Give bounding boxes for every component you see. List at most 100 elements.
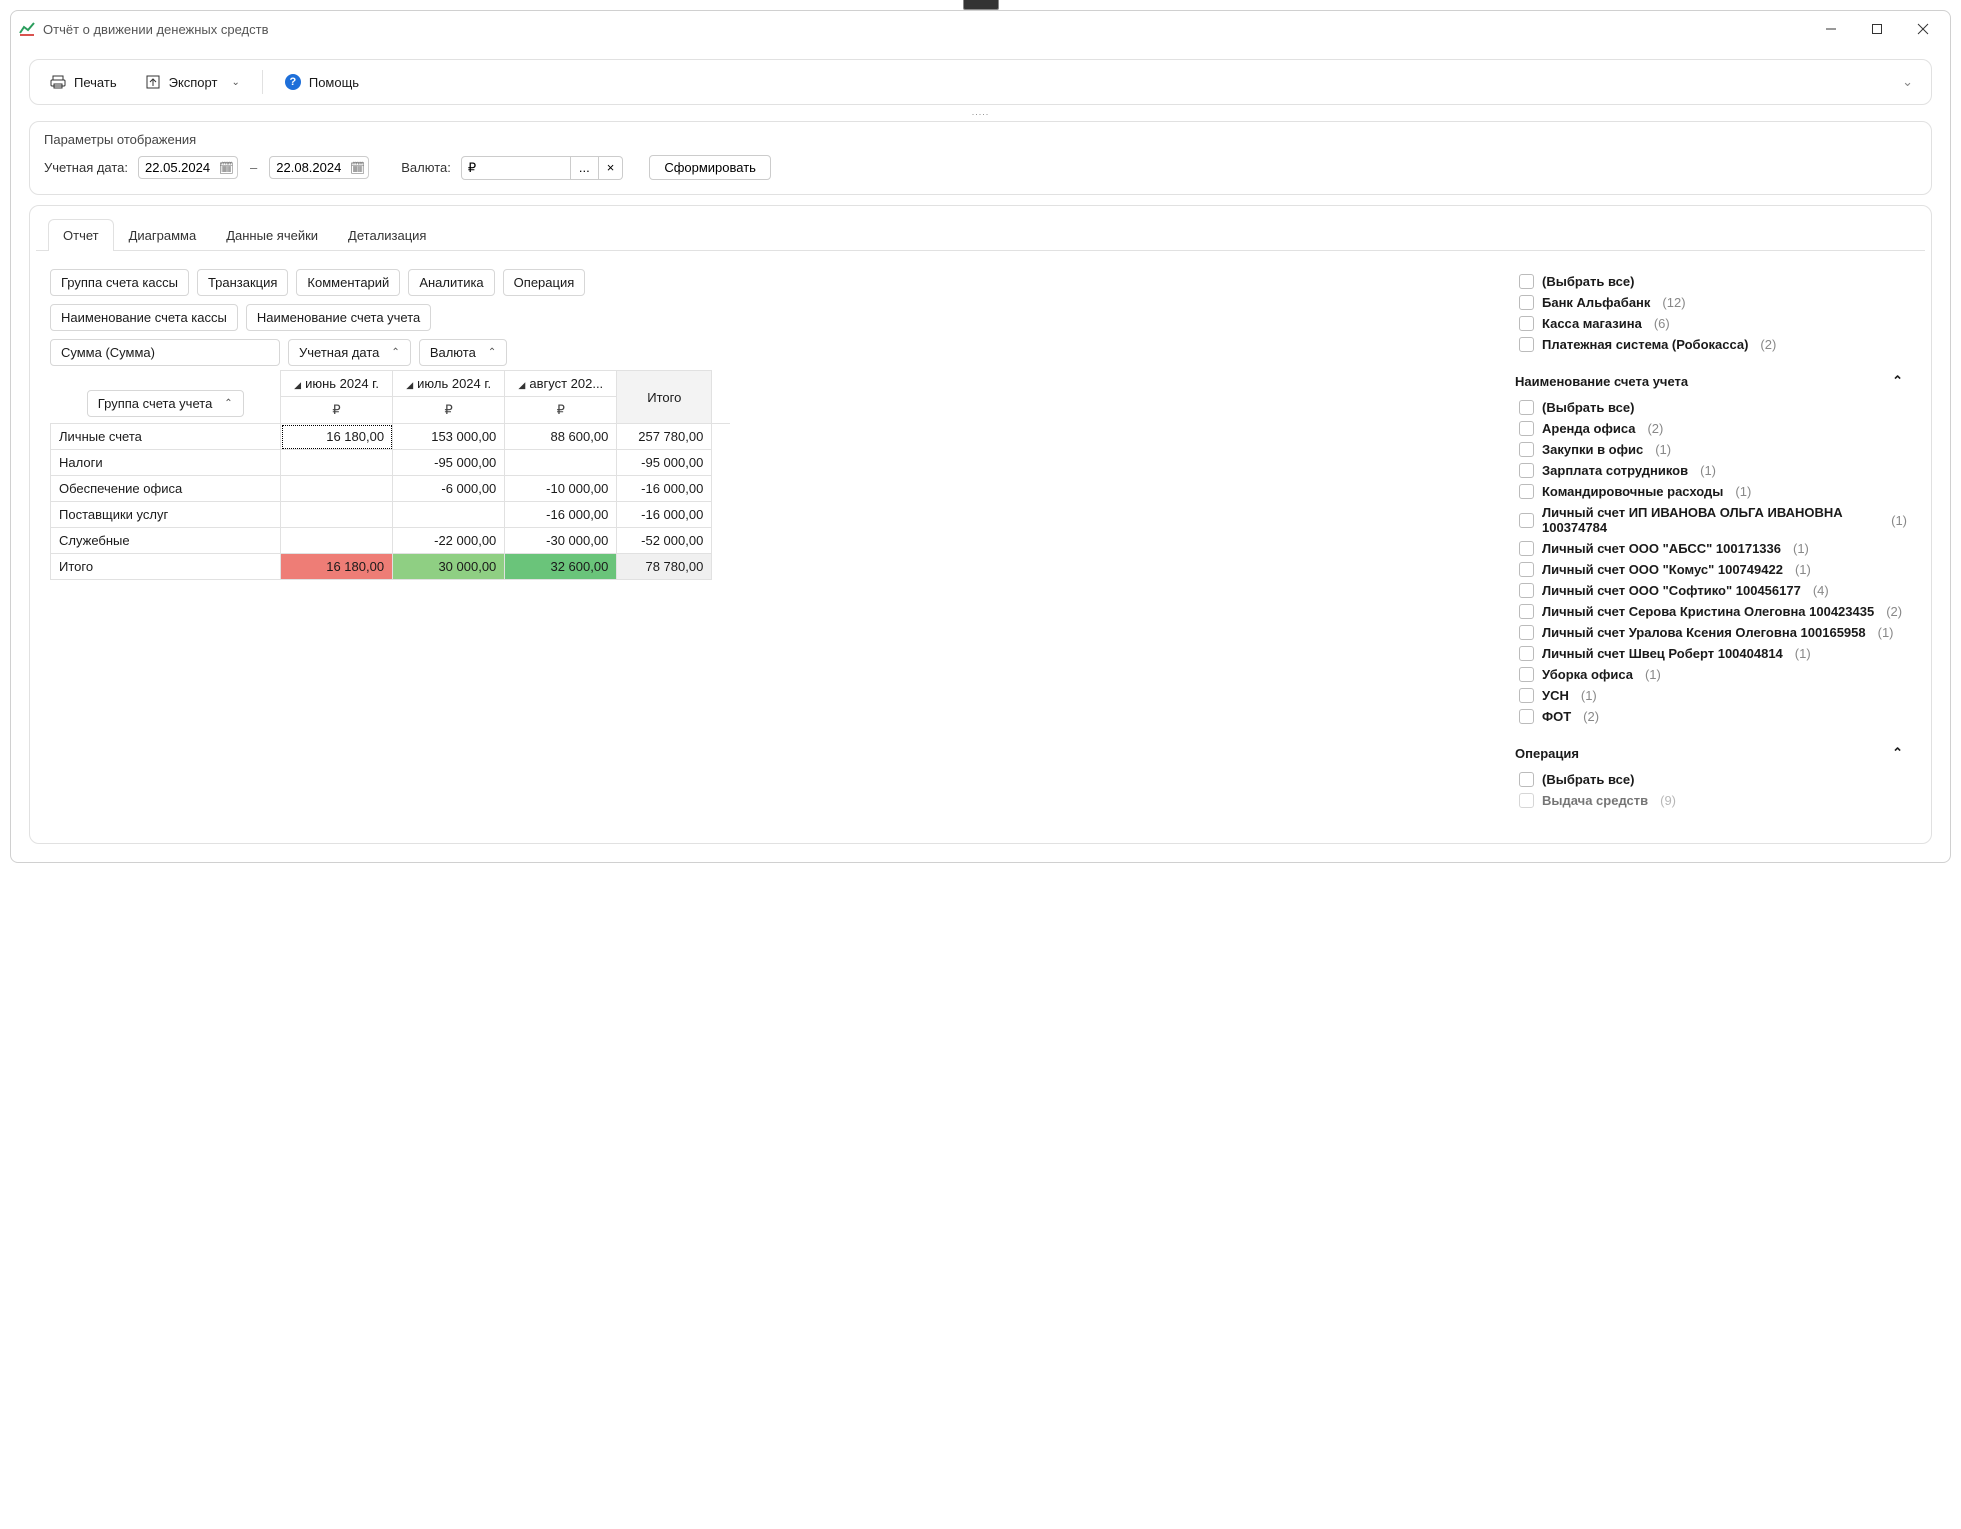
- data-cell[interactable]: -6 000,00: [393, 476, 505, 502]
- data-cell[interactable]: -16 000,00: [505, 502, 617, 528]
- data-cell[interactable]: -22 000,00: [393, 528, 505, 554]
- checkbox[interactable]: [1519, 463, 1534, 478]
- checkbox[interactable]: [1519, 337, 1534, 352]
- filter-item[interactable]: Командировочные расходы(1): [1519, 481, 1907, 502]
- filter-item-select-all[interactable]: (Выбрать все): [1519, 397, 1907, 418]
- table-row[interactable]: Налоги -95 000,00 -95 000,00: [51, 450, 731, 476]
- data-cell[interactable]: 16 180,00: [281, 424, 393, 450]
- filter-item[interactable]: Закупки в офис(1): [1519, 439, 1907, 460]
- calendar-icon[interactable]: 🗓: [219, 161, 234, 175]
- checkbox[interactable]: [1519, 709, 1534, 724]
- filter-item[interactable]: Личный счет Серова Кристина Олеговна 100…: [1519, 601, 1907, 622]
- window-minimize-button[interactable]: [1808, 11, 1854, 47]
- data-cell[interactable]: [281, 476, 393, 502]
- data-cell[interactable]: [281, 502, 393, 528]
- field-chip[interactable]: Наименование счета учета: [246, 304, 431, 331]
- data-cell[interactable]: 257 780,00: [617, 424, 712, 450]
- checkbox[interactable]: [1519, 316, 1534, 331]
- total-cell[interactable]: 78 780,00: [617, 554, 712, 580]
- filter-item[interactable]: Личный счет ООО "АБСС" 100171336(1): [1519, 538, 1907, 559]
- filter-item[interactable]: Касса магазина (6): [1519, 313, 1907, 334]
- data-cell[interactable]: -16 000,00: [617, 502, 712, 528]
- field-chip[interactable]: Транзакция: [197, 269, 288, 296]
- checkbox[interactable]: [1519, 772, 1534, 787]
- filter-item[interactable]: Банк Альфабанк (12): [1519, 292, 1907, 313]
- col-dim-chip[interactable]: Валюта ⌃: [419, 339, 507, 366]
- checkbox[interactable]: [1519, 421, 1534, 436]
- tab-report[interactable]: Отчет: [48, 219, 114, 251]
- print-button[interactable]: Печать: [44, 70, 123, 94]
- table-row[interactable]: Личные счета 16 180,00 153 000,00 88 600…: [51, 424, 731, 450]
- col-dim-chip[interactable]: Учетная дата ⌃: [288, 339, 411, 366]
- data-cell[interactable]: -52 000,00: [617, 528, 712, 554]
- filter-item-select-all[interactable]: (Выбрать все): [1519, 769, 1907, 790]
- field-chip[interactable]: Комментарий: [296, 269, 400, 296]
- currency-clear-button[interactable]: ×: [599, 156, 624, 180]
- col-header[interactable]: ◢июль 2024 г.: [393, 371, 505, 397]
- table-row[interactable]: Обеспечение офиса -6 000,00 -10 000,00 -…: [51, 476, 731, 502]
- table-row[interactable]: Служебные -22 000,00 -30 000,00 -52 000,…: [51, 528, 731, 554]
- checkbox[interactable]: [1519, 688, 1534, 703]
- data-cell[interactable]: [393, 502, 505, 528]
- filter-item[interactable]: Платежная система (Робокасса) (2): [1519, 334, 1907, 355]
- col-header[interactable]: ◢август 202...: [505, 371, 617, 397]
- submit-button[interactable]: Сформировать: [649, 155, 771, 180]
- filter-item[interactable]: Выдача средств (9): [1519, 790, 1907, 811]
- checkbox[interactable]: [1519, 400, 1534, 415]
- filter-panel[interactable]: (Выбрать все) Банк Альфабанк (12) Касса …: [1511, 269, 1911, 823]
- filter-item[interactable]: Личный счет Швец Роберт 100404814(1): [1519, 643, 1907, 664]
- data-cell[interactable]: -95 000,00: [617, 450, 712, 476]
- filter-item[interactable]: Зарплата сотрудников(1): [1519, 460, 1907, 481]
- checkbox[interactable]: [1519, 604, 1534, 619]
- data-cell[interactable]: [281, 450, 393, 476]
- tab-chart[interactable]: Диаграмма: [114, 219, 212, 251]
- filter-item[interactable]: Аренда офиса(2): [1519, 418, 1907, 439]
- row-dim-chip[interactable]: Группа счета учета ⌃: [87, 390, 244, 417]
- data-cell[interactable]: -16 000,00: [617, 476, 712, 502]
- checkbox[interactable]: [1519, 667, 1534, 682]
- total-cell[interactable]: 16 180,00: [281, 554, 393, 580]
- currency-lookup-button[interactable]: ...: [571, 156, 599, 180]
- filter-item[interactable]: УСН(1): [1519, 685, 1907, 706]
- filter-item[interactable]: Личный счет ИП ИВАНОВА ОЛЬГА ИВАНОВНА 10…: [1519, 502, 1907, 538]
- checkbox[interactable]: [1519, 295, 1534, 310]
- checkbox[interactable]: [1519, 274, 1534, 289]
- filter-item[interactable]: Личный счет ООО "Софтико" 100456177(4): [1519, 580, 1907, 601]
- measure-chip[interactable]: Сумма (Сумма): [50, 339, 280, 366]
- table-row[interactable]: Поставщики услуг -16 000,00 -16 000,00: [51, 502, 731, 528]
- data-cell[interactable]: 153 000,00: [393, 424, 505, 450]
- export-button[interactable]: Экспорт ⌄: [139, 70, 246, 94]
- calendar-icon[interactable]: 🗓: [350, 161, 365, 175]
- field-chip[interactable]: Группа счета кассы: [50, 269, 189, 296]
- checkbox[interactable]: [1519, 562, 1534, 577]
- filter-item[interactable]: Личный счет Уралова Ксения Олеговна 1001…: [1519, 622, 1907, 643]
- checkbox[interactable]: [1519, 646, 1534, 661]
- data-cell[interactable]: -10 000,00: [505, 476, 617, 502]
- currency-input[interactable]: [461, 156, 571, 180]
- window-maximize-button[interactable]: [1854, 11, 1900, 47]
- field-chip[interactable]: Наименование счета кассы: [50, 304, 238, 331]
- data-cell[interactable]: -95 000,00: [393, 450, 505, 476]
- col-header[interactable]: ◢июнь 2024 г.: [281, 371, 393, 397]
- filter-item[interactable]: Уборка офиса(1): [1519, 664, 1907, 685]
- field-chip[interactable]: Операция: [503, 269, 586, 296]
- toolbar-collapse-button[interactable]: ⌄: [1898, 70, 1917, 94]
- checkbox[interactable]: [1519, 442, 1534, 457]
- checkbox[interactable]: [1519, 484, 1534, 499]
- data-cell[interactable]: 88 600,00: [505, 424, 617, 450]
- data-cell[interactable]: [505, 450, 617, 476]
- filter-group-header[interactable]: Наименование счета учета ⌃: [1511, 367, 1907, 395]
- checkbox[interactable]: [1519, 513, 1534, 528]
- tab-detail[interactable]: Детализация: [333, 219, 441, 251]
- checkbox[interactable]: [1519, 625, 1534, 640]
- splitter-handle[interactable]: .....: [29, 105, 1932, 119]
- checkbox[interactable]: [1519, 793, 1534, 808]
- total-cell[interactable]: 32 600,00: [505, 554, 617, 580]
- data-cell[interactable]: -30 000,00: [505, 528, 617, 554]
- filter-item[interactable]: ФОТ(2): [1519, 706, 1907, 727]
- filter-group-header[interactable]: Операция ⌃: [1511, 739, 1907, 767]
- total-cell[interactable]: 30 000,00: [393, 554, 505, 580]
- field-chip[interactable]: Аналитика: [408, 269, 494, 296]
- filter-item-select-all[interactable]: (Выбрать все): [1519, 271, 1907, 292]
- window-close-button[interactable]: [1900, 11, 1946, 47]
